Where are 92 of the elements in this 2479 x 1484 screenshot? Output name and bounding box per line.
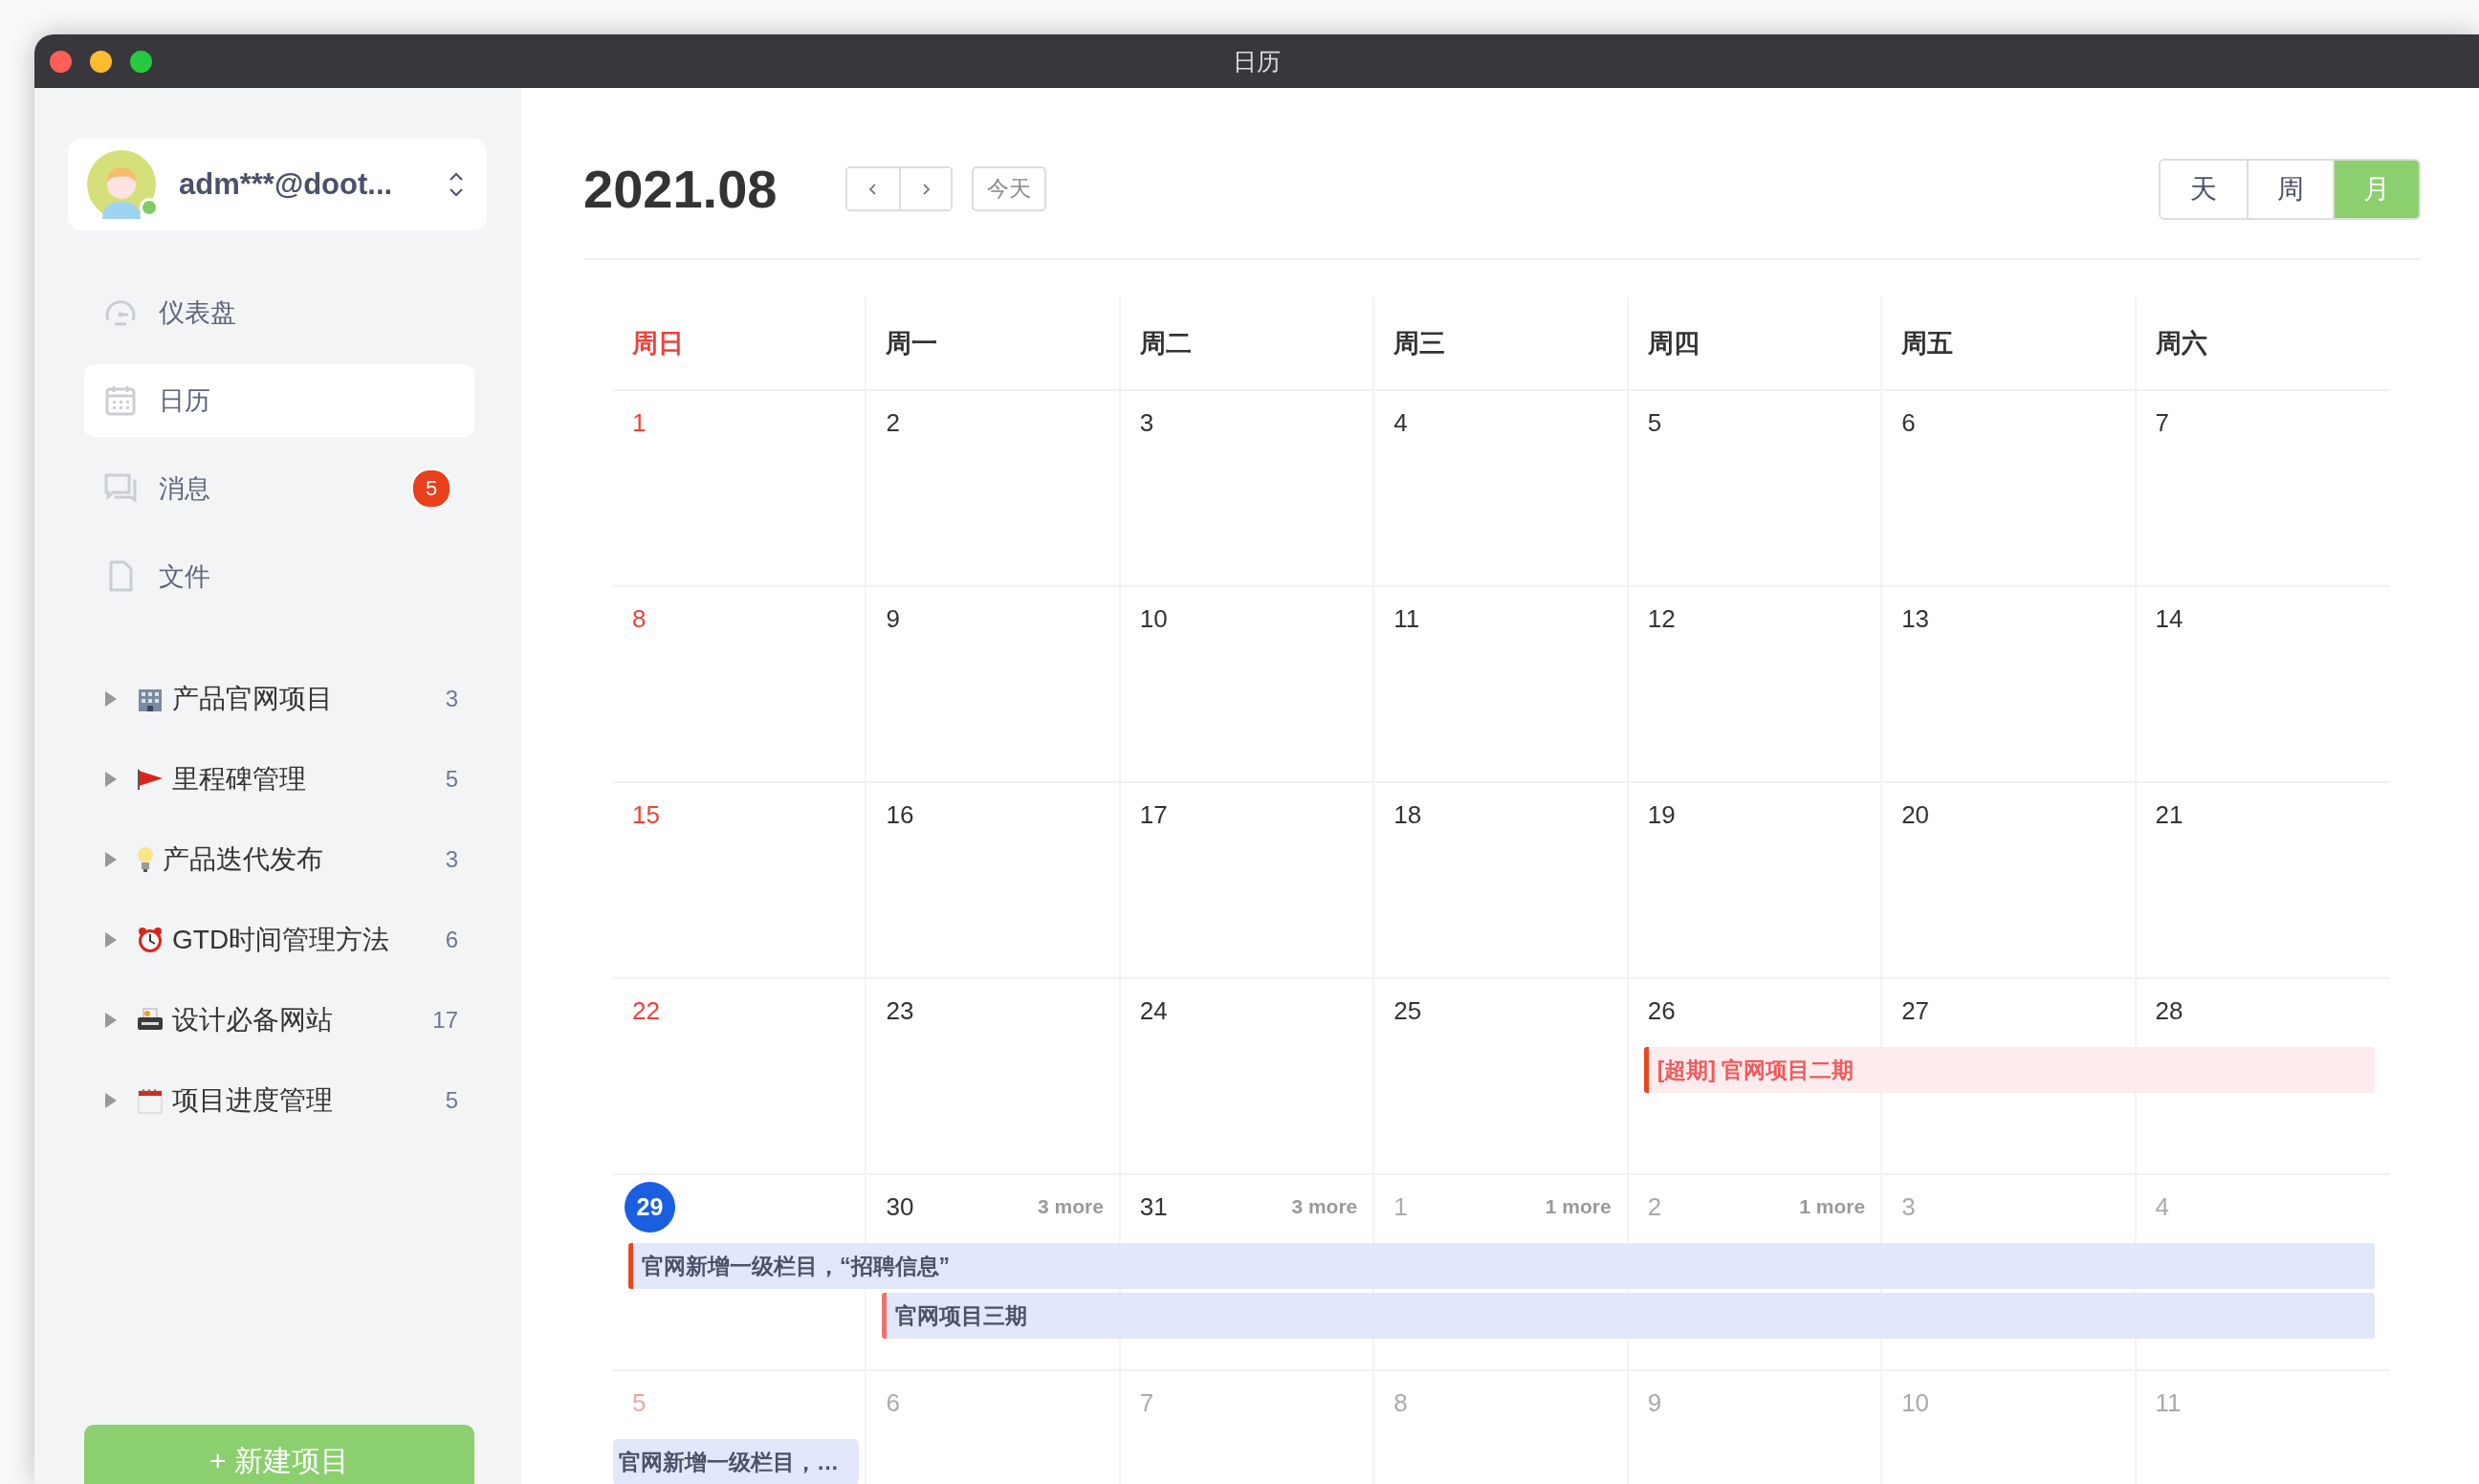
alarm-clock-icon <box>136 926 165 954</box>
project-item[interactable]: 产品迭代发布 3 <box>34 819 521 900</box>
day-number[interactable]: 26 <box>1647 995 1676 1026</box>
item-count: 17 <box>432 1007 458 1034</box>
event-title: 官网新增一级栏目，“招聘信息” <box>641 1252 950 1280</box>
project-name: 设计必备网站 <box>172 1004 334 1037</box>
day-number[interactable]: 4 <box>1393 407 1408 438</box>
event-bar[interactable]: 官网新增一级栏目，“招聘信息” <box>628 1243 2375 1289</box>
project-item[interactable]: 项目进度管理 5 <box>34 1060 521 1141</box>
nav-item[interactable]: 消息 5 <box>84 452 474 525</box>
day-number[interactable]: 2 <box>886 407 900 438</box>
expand-triangle-icon[interactable] <box>103 1011 119 1030</box>
project-name: 产品官网项目 <box>172 683 334 715</box>
nav-item[interactable]: 日历 <box>84 364 474 437</box>
day-number[interactable]: 7 <box>2155 407 2170 438</box>
expand-triangle-icon[interactable] <box>103 930 119 949</box>
item-count: 3 <box>445 686 458 712</box>
weekday-header: 周一 <box>886 327 938 360</box>
day-number[interactable]: 28 <box>2155 995 2183 1026</box>
weekday-header: 周日 <box>632 327 684 360</box>
day-number[interactable]: 21 <box>2155 799 2183 830</box>
day-number[interactable]: 22 <box>632 995 660 1026</box>
minimize-button[interactable] <box>90 50 112 73</box>
zoom-button[interactable] <box>130 50 152 73</box>
day-number[interactable]: 30 <box>886 1191 914 1222</box>
avatar <box>87 150 156 219</box>
day-number[interactable]: 19 <box>1647 799 1676 830</box>
account-name: adm***@doot... <box>179 167 394 202</box>
unread-count-badge: 5 <box>411 469 451 509</box>
day-number[interactable]: 31 <box>1139 1191 1168 1222</box>
day-number[interactable]: 5 <box>1647 407 1662 438</box>
item-count: 3 <box>445 846 458 873</box>
project-name: 产品迭代发布 <box>163 843 324 876</box>
expand-triangle-icon[interactable] <box>103 850 119 869</box>
event-title: 官网项目三期 <box>894 1301 1028 1330</box>
nav-item[interactable]: 仪表盘 <box>84 276 474 349</box>
day-number[interactable]: 25 <box>1393 995 1422 1026</box>
project-item[interactable]: GTD时间管理方法 6 <box>34 900 521 980</box>
today-button[interactable]: 今天 <box>972 166 1046 211</box>
account-switcher[interactable]: adm***@doot... <box>68 139 487 230</box>
weekday-header: 周五 <box>1901 327 1954 360</box>
project-name: GTD时间管理方法 <box>172 924 391 956</box>
chat-icon <box>103 471 138 506</box>
project-name: 项目进度管理 <box>172 1084 334 1117</box>
day-number[interactable]: 24 <box>1139 995 1168 1026</box>
event-bar[interactable]: 官网项目三期 <box>882 1293 2375 1339</box>
day-number[interactable]: 13 <box>1901 603 1930 634</box>
expand-triangle-icon[interactable] <box>103 770 119 789</box>
day-number[interactable]: 15 <box>632 799 660 830</box>
day-number[interactable]: 14 <box>2155 603 2183 634</box>
day-number[interactable]: 3 <box>1139 407 1154 438</box>
item-count: 6 <box>445 927 458 953</box>
chevron-right-icon <box>921 181 931 197</box>
day-number[interactable]: 27 <box>1901 995 1930 1026</box>
event-bar[interactable]: 官网新增一级栏目，… <box>613 1439 860 1484</box>
chevron-left-icon <box>868 181 878 197</box>
day-number[interactable]: 1 <box>632 407 647 438</box>
calendar-icon <box>103 383 138 418</box>
weekday-header: 周六 <box>2155 327 2207 360</box>
item-count: 5 <box>445 766 458 793</box>
expand-triangle-icon[interactable] <box>103 1091 119 1110</box>
day-number[interactable]: 8 <box>632 603 647 634</box>
day-number[interactable]: 10 <box>1139 603 1168 634</box>
day-number[interactable]: 20 <box>1901 799 1930 830</box>
close-button[interactable] <box>50 50 72 73</box>
event-title: 官网新增一级栏目，… <box>618 1448 839 1476</box>
day-number[interactable]: 6 <box>1901 407 1916 438</box>
project-item[interactable]: 设计必备网站 17 <box>34 980 521 1060</box>
day-number[interactable]: 16 <box>886 799 914 830</box>
nav-item[interactable]: 文件 <box>84 540 474 613</box>
day-number[interactable]: 23 <box>886 995 914 1026</box>
day-number[interactable]: 18 <box>1393 799 1422 830</box>
day-number[interactable]: 11 <box>1393 603 1420 634</box>
month-title: 2021.08 <box>583 158 779 220</box>
project-item[interactable]: 里程碑管理 5 <box>34 739 521 819</box>
desk-calendar-icon <box>136 1086 165 1115</box>
next-button[interactable] <box>899 168 951 209</box>
window-title: 日历 <box>1233 46 1281 76</box>
expand-triangle-icon[interactable] <box>103 689 119 709</box>
day-number[interactable]: 12 <box>1647 603 1676 634</box>
chevron-up-down-icon <box>449 171 464 198</box>
weekday-header: 周四 <box>1647 327 1700 360</box>
project-name: 里程碑管理 <box>172 763 307 796</box>
light-bulb-icon <box>136 845 155 874</box>
weekday-header: 周三 <box>1393 327 1446 360</box>
item-count: 5 <box>445 1087 458 1114</box>
weekday-header: 周二 <box>1139 327 1192 360</box>
day-number[interactable]: 17 <box>1139 799 1168 830</box>
event-title: [超期] 官网项目二期 <box>1656 1056 1854 1084</box>
today-date[interactable]: 29 <box>625 1182 675 1233</box>
day-number[interactable]: 9 <box>886 603 900 634</box>
project-item[interactable]: 产品官网项目 3 <box>34 659 521 739</box>
